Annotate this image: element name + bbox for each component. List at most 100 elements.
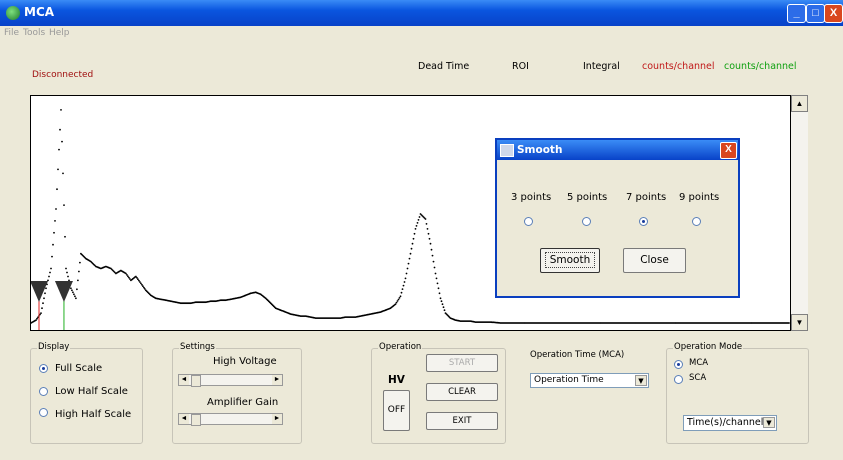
spectrum-point — [54, 220, 56, 222]
start-button[interactable]: START — [426, 354, 498, 372]
operation-time-dropdown-arrow-icon[interactable]: ▼ — [635, 375, 647, 386]
spectrum-point — [404, 277, 407, 280]
spectrum-point — [398, 297, 401, 299]
spectrum-point — [56, 188, 58, 191]
scroll-up-arrow-icon[interactable]: ▲ — [791, 95, 808, 112]
integral-label: Integral — [583, 61, 620, 72]
hv-right-arrow-icon[interactable]: ► — [272, 375, 282, 385]
spectrum-point — [432, 260, 435, 263]
mode-option-mca: MCA — [689, 358, 709, 368]
smooth-radio-7[interactable] — [639, 217, 648, 226]
spectrum-point — [442, 306, 445, 309]
roi-label: ROI — [512, 61, 529, 72]
gain-left-arrow-icon[interactable]: ◄ — [179, 414, 189, 424]
smooth-option-9-label: 9 points — [679, 192, 720, 203]
spectrum-point — [429, 242, 432, 245]
gain-slider-thumb[interactable] — [191, 414, 201, 426]
spectrum-point — [66, 271, 68, 274]
dialog-close-icon[interactable]: X — [720, 142, 737, 159]
exit-button[interactable]: EXIT — [426, 412, 498, 430]
mode-time-dropdown-arrow-icon[interactable]: ▼ — [763, 417, 775, 428]
spectrum-point — [79, 261, 81, 264]
spectrum-point — [60, 109, 62, 111]
maximize-button[interactable]: □ — [806, 4, 825, 23]
window-title: MCA — [24, 5, 55, 19]
smooth-radio-9[interactable] — [692, 217, 701, 226]
spectrum-point — [401, 288, 404, 290]
display-radio-full-scale[interactable] — [39, 364, 48, 373]
mode-time-select[interactable]: Time(s)/channel ▼ — [683, 415, 777, 431]
roi-marker-handle-0[interactable] — [31, 281, 48, 302]
spectrum-point — [412, 237, 415, 240]
spectrum-point — [410, 247, 413, 250]
mode-radio-mca[interactable] — [674, 360, 683, 369]
display-radio-high-half[interactable] — [39, 408, 48, 417]
settings-group-title: Settings — [179, 342, 216, 352]
spectrum-point — [408, 257, 411, 260]
dialog-close-button[interactable]: Close — [623, 248, 686, 273]
spectrum-point — [418, 216, 421, 218]
spectrum-point — [50, 267, 52, 270]
hv-slider-thumb[interactable] — [191, 375, 201, 387]
menu-help[interactable]: Help — [49, 28, 70, 38]
smooth-radio-5[interactable] — [582, 217, 591, 226]
scroll-down-arrow-icon[interactable]: ▼ — [791, 314, 808, 331]
operation-group: Operation HV OFF START CLEAR EXIT — [371, 342, 506, 444]
spectrum-point — [70, 287, 72, 290]
high-voltage-slider[interactable]: ◄ ► — [178, 374, 283, 387]
smooth-dialog-title: Smooth — [517, 144, 563, 156]
menu-file[interactable]: File — [4, 28, 19, 38]
spectrum-point — [438, 292, 441, 295]
smooth-dialog: Smooth X 3 points 5 points 7 points 9 po… — [495, 138, 740, 298]
spectrum-point — [402, 284, 405, 287]
spectrum-point — [42, 302, 44, 305]
smooth-option-5-label: 5 points — [567, 192, 608, 203]
spectrum-point — [41, 307, 43, 310]
hv-left-arrow-icon[interactable]: ◄ — [179, 375, 189, 385]
operation-time-value: Operation Time — [534, 375, 604, 385]
spectrum-point — [441, 303, 444, 306]
spectrum-point — [427, 232, 430, 235]
menu-tools[interactable]: Tools — [23, 28, 45, 38]
menu-bar: File Tools Help — [0, 26, 843, 42]
spectrum-point — [43, 297, 45, 300]
plot-vertical-scrollbar[interactable]: ▲ ▼ — [791, 95, 808, 331]
spectrum-point — [407, 262, 410, 265]
spectrum-point — [55, 208, 57, 210]
mode-radio-sca[interactable] — [674, 375, 683, 384]
smooth-radio-3[interactable] — [524, 217, 533, 226]
spectrum-point — [59, 128, 61, 131]
spectrum-point — [433, 266, 436, 269]
spectrum-point — [437, 287, 440, 290]
mode-time-value: Time(s)/channel — [687, 417, 764, 428]
spectrum-point — [431, 254, 434, 257]
minimize-button[interactable]: _ — [787, 4, 806, 23]
spectrum-point — [416, 222, 419, 224]
spectrum-point — [414, 228, 417, 230]
clear-button[interactable]: CLEAR — [426, 383, 498, 401]
spectrum-point — [64, 235, 66, 238]
roi-marker-handle-1[interactable] — [54, 281, 73, 302]
title-bar: MCA _ □ X — [0, 0, 843, 26]
hv-off-button[interactable]: OFF — [383, 390, 410, 431]
spectrum-point — [406, 267, 409, 270]
spectrum-point — [426, 228, 429, 230]
spectrum-point — [65, 267, 67, 270]
settings-group: Settings High Voltage ◄ ► Amplifier Gain… — [172, 342, 302, 444]
amplifier-gain-label: Amplifier Gain — [207, 397, 279, 408]
display-radio-low-half[interactable] — [39, 387, 48, 396]
spectrum-point — [396, 300, 399, 302]
amplifier-gain-slider[interactable]: ◄ ► — [178, 413, 283, 426]
app-icon — [6, 6, 20, 20]
gain-right-arrow-icon[interactable]: ► — [272, 414, 282, 424]
spectrum-point — [439, 297, 442, 300]
operation-time-select[interactable]: Operation Time ▼ — [530, 373, 649, 388]
mode-option-sca: SCA — [689, 373, 707, 383]
dead-time-label: Dead Time — [418, 61, 470, 72]
operation-mode-group-title: Operation Mode — [673, 342, 744, 352]
spectrum-point — [62, 172, 64, 175]
smooth-option-3-label: 3 points — [511, 192, 552, 203]
spectrum-point — [413, 232, 416, 235]
close-button[interactable]: X — [824, 4, 843, 23]
smooth-button[interactable]: Smooth — [540, 248, 600, 273]
